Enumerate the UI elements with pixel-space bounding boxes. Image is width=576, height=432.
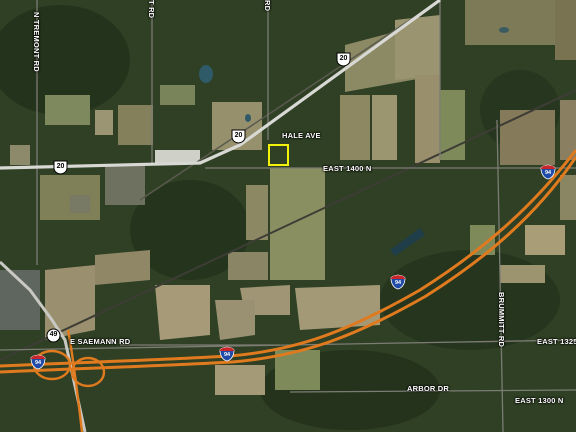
i94-shield-center: 94 bbox=[390, 274, 406, 290]
label-arbor-dr: ARBOR DR bbox=[407, 384, 450, 393]
i94-shield-south: 94 bbox=[219, 346, 235, 362]
label-t-rd: T RD bbox=[147, 0, 156, 19]
i94-shield-east: 94 bbox=[540, 164, 556, 180]
parcel-marker[interactable] bbox=[268, 144, 289, 166]
aerial-map[interactable]: N TREMONT RD T RD RD HALE AVE EAST 1400 … bbox=[0, 0, 576, 432]
label-n-tremont-rd: N TREMONT RD bbox=[32, 12, 41, 72]
label-east-1325-n: EAST 1325 N bbox=[537, 337, 576, 346]
sr49-shield: 49 bbox=[46, 328, 61, 343]
label-brummitt-rd: BRUMMITT RD bbox=[497, 292, 506, 348]
us20-shield-center: 20 bbox=[231, 129, 246, 144]
i94-shield-west: 94 bbox=[30, 354, 46, 370]
label-rd: RD bbox=[263, 0, 272, 12]
label-east-1300-n: EAST 1300 N bbox=[515, 396, 564, 405]
us20-shield-north: 20 bbox=[336, 52, 351, 67]
us20-shield-west: 20 bbox=[53, 160, 68, 175]
label-east-1400-n: EAST 1400 N bbox=[323, 164, 372, 173]
label-hale-ave: HALE AVE bbox=[282, 131, 321, 140]
map-imagery bbox=[0, 0, 576, 432]
label-e-saemann-rd: E SAEMANN RD bbox=[70, 337, 131, 346]
